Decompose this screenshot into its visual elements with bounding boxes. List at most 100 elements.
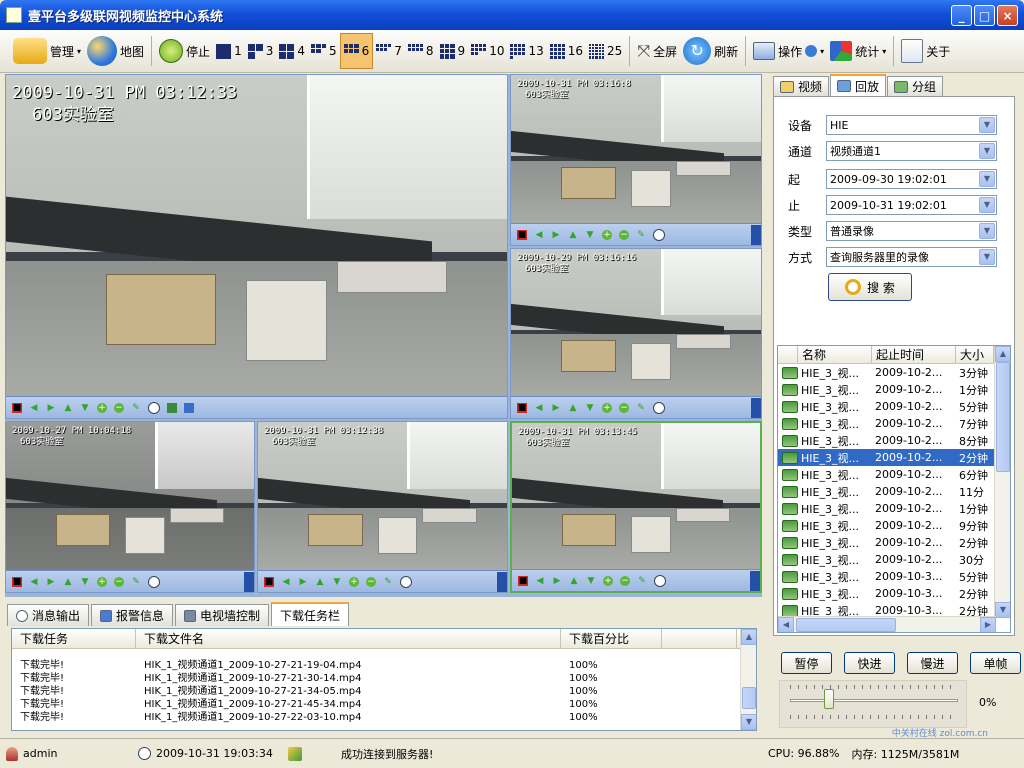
tab-alarms[interactable]: 报警信息: [91, 604, 174, 626]
up-icon[interactable]: ▲: [63, 577, 73, 587]
play-icon[interactable]: ▶: [298, 577, 308, 587]
down-icon[interactable]: ▼: [586, 576, 596, 586]
layout-4-button[interactable]: 4: [276, 33, 308, 69]
layout-1-button[interactable]: 1: [213, 33, 245, 69]
zoom-out-icon[interactable]: −: [619, 402, 629, 413]
resize-icon[interactable]: [244, 572, 254, 592]
resize-icon[interactable]: [751, 225, 761, 245]
tab-group[interactable]: 分组: [887, 76, 944, 96]
pen-icon[interactable]: ✎: [383, 577, 393, 587]
minimize-button[interactable]: _: [951, 5, 972, 26]
play-icon[interactable]: ▶: [551, 230, 561, 240]
zoom-out-icon[interactable]: −: [619, 229, 629, 240]
stop-icon[interactable]: ■: [517, 402, 527, 413]
tab-downloads[interactable]: 下载任务栏: [271, 602, 350, 626]
list-item[interactable]: HIE_3_视... 2009-10-2... 3分钟: [778, 364, 1010, 381]
layout-6-button[interactable]: 6: [339, 33, 374, 69]
chevron-down-icon[interactable]: ▼: [979, 223, 995, 239]
clock-icon[interactable]: [148, 401, 160, 414]
pen-icon[interactable]: ✎: [636, 403, 646, 413]
fast-forward-button[interactable]: 快进: [844, 652, 895, 674]
chevron-down-icon[interactable]: ▼: [979, 249, 995, 265]
list-item[interactable]: HIE_3_视... 2009-10-3... 2分钟: [778, 585, 1010, 602]
resize-icon[interactable]: [751, 398, 761, 418]
pause-button[interactable]: 暂停: [781, 652, 832, 674]
single-frame-button[interactable]: 单帧: [970, 652, 1021, 674]
list-item[interactable]: HIE_3_视... 2009-10-2... 6分钟: [778, 466, 1010, 483]
pen-icon[interactable]: ✎: [637, 576, 647, 586]
layout-3-button[interactable]: 3: [245, 33, 277, 69]
video-cell[interactable]: 2009-10-31 PM 03:12:33 603实验室 ■ ◀ ▶ ▲ ▼ + − ✎: [5, 74, 508, 419]
zoom-out-icon[interactable]: −: [114, 576, 124, 587]
map-button[interactable]: 地图: [84, 33, 147, 69]
list-item[interactable]: HIE_3_视... 2009-10-3... 5分钟: [778, 568, 1010, 585]
play-icon[interactable]: ▶: [551, 403, 561, 413]
stop-icon[interactable]: ■: [12, 576, 22, 587]
chevron-down-icon[interactable]: ▼: [979, 143, 995, 159]
download-scrollbar[interactable]: ▲ ▼: [740, 629, 756, 730]
pen-icon[interactable]: ✎: [131, 403, 141, 413]
zoom-out-icon[interactable]: −: [366, 576, 376, 587]
prev-icon[interactable]: ◀: [534, 230, 544, 240]
down-icon[interactable]: ▼: [585, 403, 595, 413]
layout-9-button[interactable]: 9: [437, 33, 469, 69]
prev-icon[interactable]: ◀: [534, 403, 544, 413]
header-task[interactable]: 下载任务: [12, 629, 136, 648]
scroll-up-icon[interactable]: ▲: [995, 346, 1010, 362]
refresh-button[interactable]: ↻ 刷新: [680, 33, 741, 69]
layout-7-button[interactable]: 7: [373, 33, 405, 69]
layout-10-button[interactable]: 10: [468, 33, 507, 69]
chevron-down-icon[interactable]: ▼: [979, 171, 995, 187]
zoom-in-icon[interactable]: +: [603, 575, 613, 586]
prev-icon[interactable]: ◀: [29, 403, 39, 413]
play-icon[interactable]: ▶: [46, 577, 56, 587]
zoom-in-icon[interactable]: +: [97, 576, 107, 587]
zoom-in-icon[interactable]: +: [97, 402, 107, 413]
scroll-left-icon[interactable]: ◀: [778, 617, 794, 632]
down-icon[interactable]: ▼: [80, 577, 90, 587]
scroll-down-icon[interactable]: ▼: [741, 714, 756, 730]
tab-video[interactable]: 视频: [773, 76, 830, 96]
scroll-thumb[interactable]: [742, 687, 756, 709]
layout-25-button[interactable]: 25: [586, 33, 625, 69]
video-cell[interactable]: 2009-10-31 PM 03:12:38 603实验室 ■ ◀ ▶ ▲ ▼ + − ✎: [257, 421, 508, 593]
list-item[interactable]: HIE_3_视... 2009-10-2... 5分钟: [778, 398, 1010, 415]
record-list-hscrollbar[interactable]: ◀ ▶: [778, 616, 996, 632]
slow-button[interactable]: 慢进: [907, 652, 958, 674]
maximize-button[interactable]: □: [974, 5, 995, 26]
close-button[interactable]: ×: [997, 5, 1018, 26]
about-button[interactable]: 关于: [898, 33, 953, 69]
device-select[interactable]: HIE ▼: [826, 115, 997, 135]
up-icon[interactable]: ▲: [315, 577, 325, 587]
clock-icon[interactable]: [148, 575, 160, 588]
scroll-up-icon[interactable]: ▲: [741, 629, 756, 645]
save-icon[interactable]: [167, 402, 177, 413]
header-filename[interactable]: 下载文件名: [136, 629, 561, 648]
stop-icon[interactable]: ■: [517, 229, 527, 240]
stop-icon[interactable]: ■: [264, 576, 274, 587]
pen-icon[interactable]: ✎: [131, 577, 141, 587]
list-item[interactable]: HIE_3_视... 2009-10-2... 2分钟: [778, 534, 1010, 551]
list-item[interactable]: HIE_3_视... 2009-10-2... 2分钟: [778, 449, 1010, 466]
tab-tv-wall[interactable]: 电视墙控制: [175, 604, 270, 626]
playback-progress-slider[interactable]: [779, 680, 967, 728]
zoom-out-icon[interactable]: −: [114, 402, 124, 413]
zoom-in-icon[interactable]: +: [602, 229, 612, 240]
zoom-in-icon[interactable]: +: [349, 576, 359, 587]
resize-icon[interactable]: [497, 572, 507, 592]
list-item[interactable]: HIE_3_视... 2009-10-2... 8分钟: [778, 432, 1010, 449]
slider-thumb[interactable]: [823, 689, 834, 709]
layout-13-button[interactable]: 13: [507, 33, 546, 69]
stop-icon[interactable]: ■: [518, 575, 528, 586]
play-icon[interactable]: ▶: [46, 403, 56, 413]
video-cell[interactable]: 2009-10-31 PM 03:13:45 603实验室 ■ ◀ ▶ ▲ ▼ + − ✎: [510, 421, 762, 593]
zoom-out-icon[interactable]: −: [620, 575, 630, 586]
layers-icon[interactable]: [184, 402, 194, 413]
layout-16-button[interactable]: 16: [547, 33, 586, 69]
clock-icon[interactable]: [653, 228, 665, 241]
chevron-down-icon[interactable]: ▼: [979, 117, 995, 133]
video-cell[interactable]: 2009-10-31 PM 03:16:8 603实验室 ■ ◀ ▶ ▲ ▼ + − ✎: [510, 74, 762, 246]
prev-icon[interactable]: ◀: [535, 576, 545, 586]
list-item[interactable]: HIE_3_视... 2009-10-2... 30分: [778, 551, 1010, 568]
list-item[interactable]: HIE_3_视... 2009-10-2... 11分: [778, 483, 1010, 500]
